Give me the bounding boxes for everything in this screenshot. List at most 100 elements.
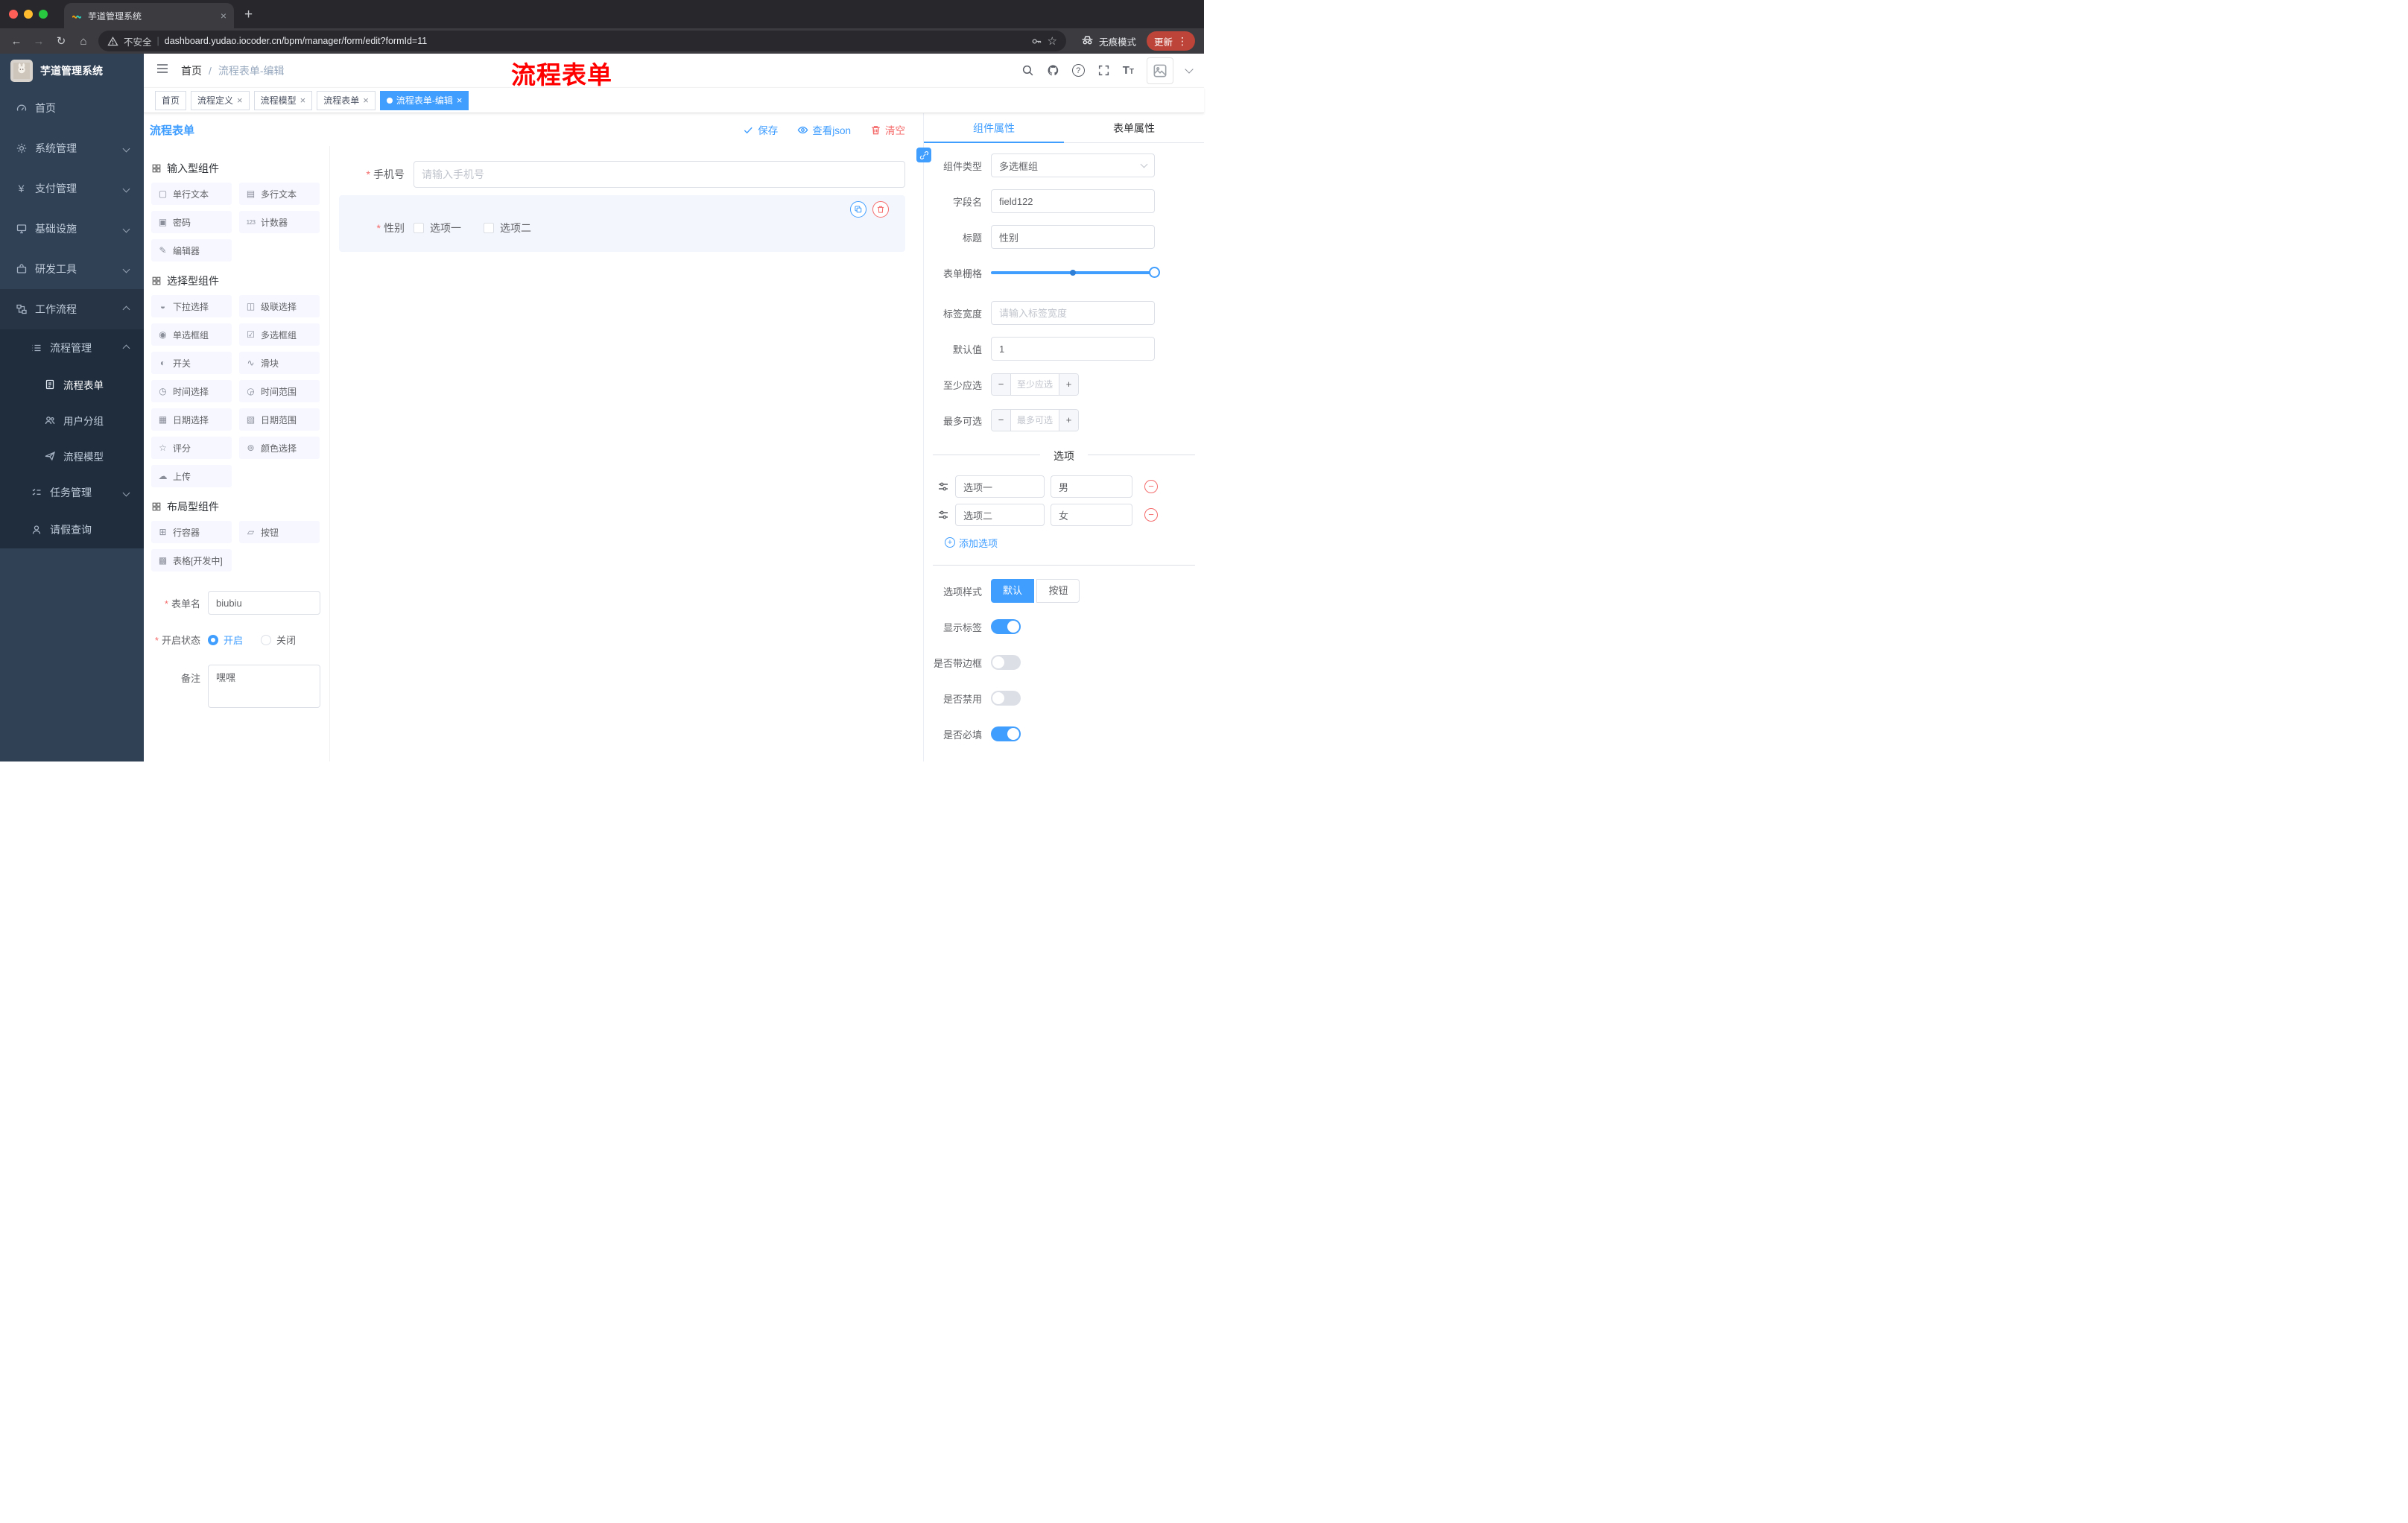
sidebar-item-dev-tools[interactable]: 研发工具 [0,249,144,289]
sidebar-item-process-mgmt[interactable]: 流程管理 [0,329,144,367]
component-chip-button[interactable]: ▱ 按钮 [239,521,320,543]
field-name-input[interactable] [991,189,1155,213]
show-label-toggle[interactable] [991,619,1021,634]
browser-update-button[interactable]: 更新 ⋮ [1146,31,1195,51]
window-close-button[interactable] [9,10,18,19]
remove-option1-button[interactable]: − [1144,480,1158,493]
component-type-select[interactable]: 多选框组 [991,153,1155,177]
component-chip-color-picker[interactable]: ⊚ 颜色选择 [239,437,320,459]
phone-input[interactable] [414,161,905,188]
tab-form-props[interactable]: 表单属性 [1064,113,1204,142]
fullscreen-icon[interactable] [1097,64,1110,77]
component-chip-radio-group[interactable]: ◉ 单选框组 [151,323,232,346]
style-button-button[interactable]: 按钮 [1036,579,1080,603]
label-width-input[interactable] [991,301,1155,325]
component-chip-cascader[interactable]: ◫ 级联选择 [239,295,320,317]
sidebar-item-process-model[interactable]: 流程模型 [0,438,144,474]
option1-value-input[interactable] [1051,475,1132,498]
required-toggle[interactable] [991,726,1021,741]
component-chip-multi-line-text[interactable]: ▤ 多行文本 [239,183,320,205]
default-value-input[interactable] [991,337,1155,361]
max-select-input[interactable] [1011,410,1059,431]
breadcrumb-home[interactable]: 首页 [181,63,202,78]
close-icon[interactable]: × [300,95,306,105]
font-size-icon[interactable]: TT [1123,64,1134,77]
close-icon[interactable]: × [237,95,243,105]
close-icon[interactable]: × [363,95,369,105]
view-json-button[interactable]: 查看json [797,122,851,137]
style-default-button[interactable]: 默认 [991,579,1035,603]
component-chip-date-picker[interactable]: ▦ 日期选择 [151,408,232,431]
component-chip-switch[interactable]: ◐ 开关 [151,352,232,374]
sidebar-item-infrastructure[interactable]: 基础设施 [0,209,144,249]
component-chip-counter[interactable]: 123 计数器 [239,211,320,233]
remove-option2-button[interactable]: − [1144,508,1158,522]
drag-handle-icon[interactable] [937,481,949,493]
component-chip-time-picker[interactable]: ◷ 时间选择 [151,380,232,402]
phone-field[interactable]: 手机号 [339,161,905,188]
gender-option1-checkbox[interactable]: 选项一 [414,221,461,235]
tag-process-definition[interactable]: 流程定义 × [191,90,250,110]
component-chip-single-line-text[interactable]: ▢ 单行文本 [151,183,232,205]
security-label[interactable]: 不安全 [124,34,152,48]
bookmark-star-icon[interactable]: ☆ [1048,34,1057,48]
browser-tab[interactable]: 芋道管理系统 × [64,3,234,28]
github-icon[interactable] [1047,64,1059,77]
window-zoom-button[interactable] [39,10,48,19]
plus-icon[interactable]: + [1059,410,1078,431]
address-bar[interactable]: 不安全 | dashboard.yudao.iocoder.cn/bpm/man… [98,31,1066,51]
option2-value-input[interactable] [1051,504,1132,526]
option1-label-input[interactable] [955,475,1045,498]
selected-component-gender[interactable]: 性别 选项一 选项二 [339,195,905,252]
sidebar-item-task-mgmt[interactable]: 任务管理 [0,474,144,511]
status-on-radio[interactable]: 开启 [208,633,243,647]
sidebar-item-system-mgmt[interactable]: 系统管理 [0,128,144,168]
sidebar-item-workflow[interactable]: 工作流程 [0,289,144,329]
component-chip-row-container[interactable]: ⊞ 行容器 [151,521,232,543]
copy-component-button[interactable] [850,201,866,218]
new-tab-button[interactable]: + [244,7,253,22]
password-key-icon[interactable] [1031,36,1042,47]
disabled-toggle[interactable] [991,691,1021,706]
search-icon[interactable] [1021,64,1034,77]
form-name-input[interactable] [208,591,320,615]
sidebar-collapse-icon[interactable] [156,62,169,79]
drag-handle-icon[interactable] [937,509,949,521]
gender-option2-checkbox[interactable]: 选项二 [484,221,531,235]
home-icon[interactable]: ⌂ [73,31,94,51]
minus-icon[interactable]: − [992,374,1011,395]
component-chip-editor[interactable]: ✎ 编辑器 [151,239,232,262]
add-option-button[interactable]: + 添加选项 [945,535,1204,550]
sidebar-item-leave-query[interactable]: 请假查询 [0,511,144,548]
sidebar-item-payment-mgmt[interactable]: ¥ 支付管理 [0,168,144,209]
component-chip-time-range[interactable]: ◶ 时间范围 [239,380,320,402]
status-off-radio[interactable]: 关闭 [261,633,296,647]
component-chip-table[interactable]: ▩ 表格[开发中] [151,549,232,571]
form-grid-slider[interactable] [991,267,1160,279]
component-chip-slider[interactable]: ∿ 滑块 [239,352,320,374]
min-select-input[interactable] [1011,374,1059,395]
reload-icon[interactable]: ↻ [51,31,72,51]
tag-process-form-edit[interactable]: 流程表单-编辑 × [379,90,469,110]
tag-process-model[interactable]: 流程模型 × [253,90,313,110]
component-chip-date-range[interactable]: ▧ 日期范围 [239,408,320,431]
slider-handle[interactable] [1149,267,1160,278]
component-chip-upload[interactable]: ☁ 上传 [151,465,232,487]
window-minimize-button[interactable] [24,10,33,19]
sidebar-item-user-group[interactable]: 用户分组 [0,402,144,438]
forward-icon[interactable]: → [28,31,49,51]
avatar[interactable] [1147,57,1173,84]
tag-process-form[interactable]: 流程表单 × [317,90,376,110]
tab-close-icon[interactable]: × [221,10,226,22]
border-toggle[interactable] [991,655,1021,670]
tab-component-props[interactable]: 组件属性 [924,113,1064,143]
clear-button[interactable]: 清空 [870,122,905,137]
remark-textarea[interactable]: 嘿嘿 [208,665,320,708]
option2-label-input[interactable] [955,504,1045,526]
component-chip-select[interactable]: ◒ 下拉选择 [151,295,232,317]
link-badge-icon[interactable] [916,148,931,162]
component-chip-checkbox-group[interactable]: ☑ 多选框组 [239,323,320,346]
tag-home[interactable]: 首页 [155,90,187,110]
component-chip-password[interactable]: ▣ 密码 [151,211,232,233]
close-icon[interactable]: × [457,95,463,105]
